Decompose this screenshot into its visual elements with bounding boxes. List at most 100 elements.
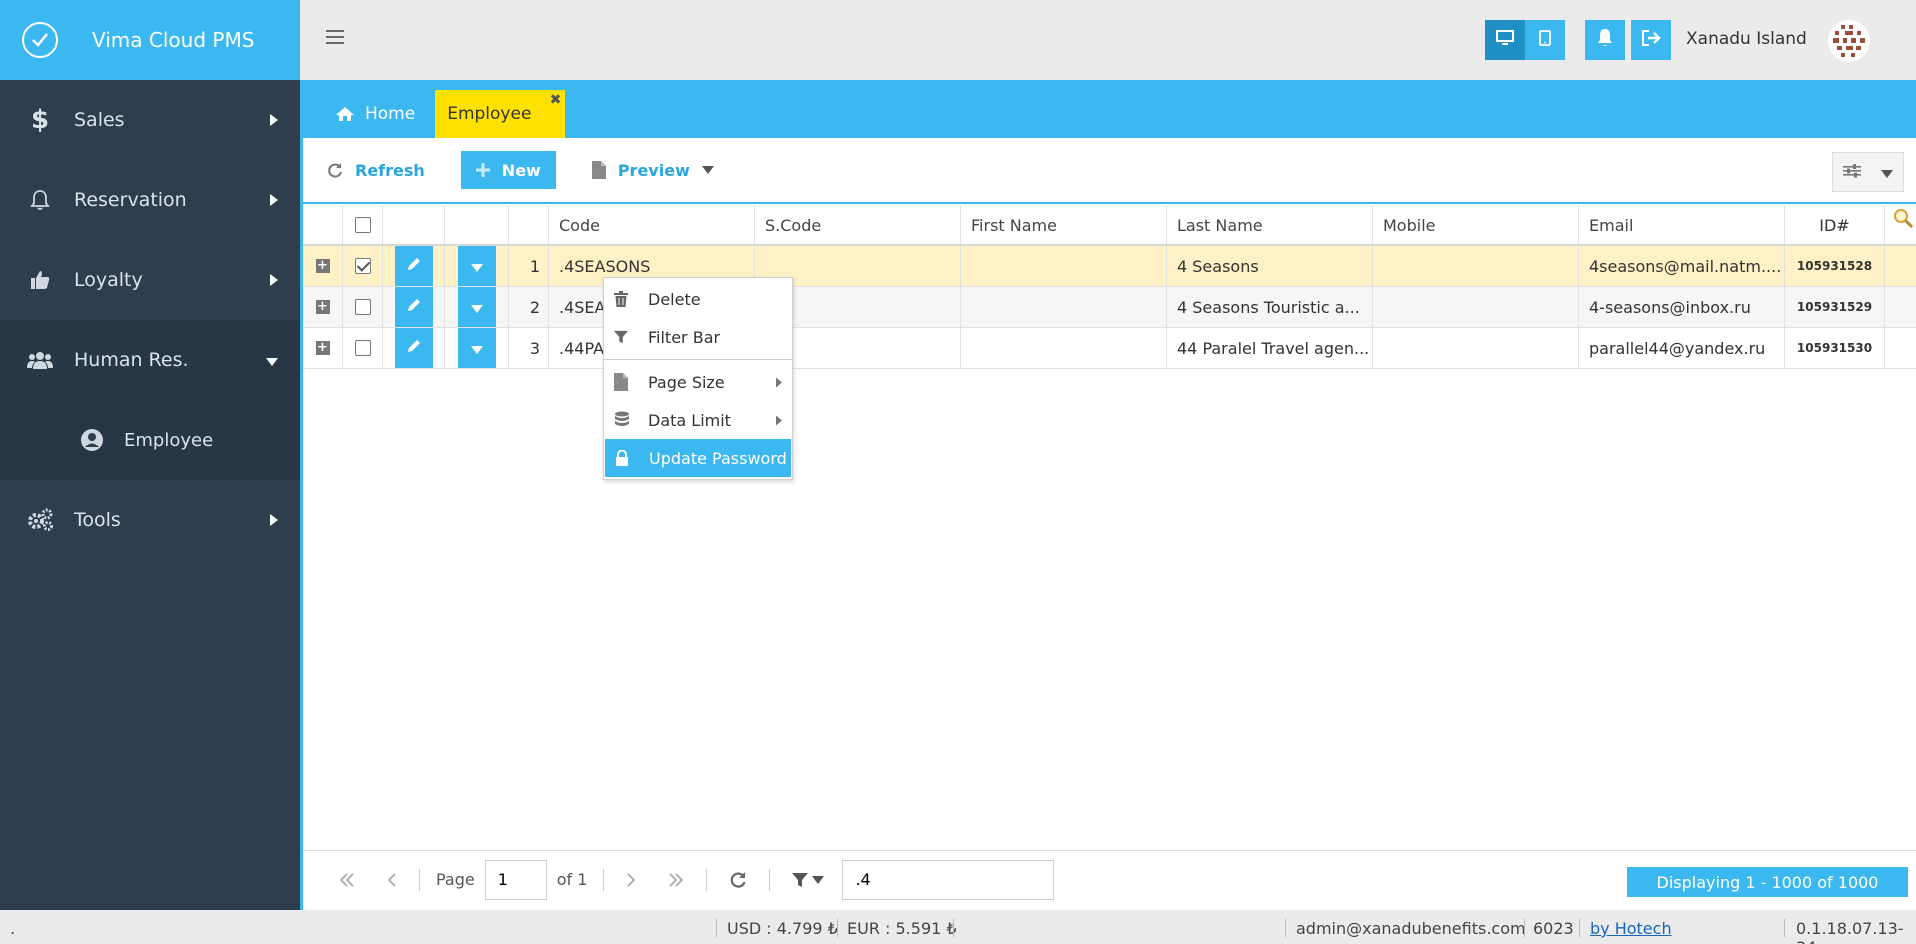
- expand-row-icon[interactable]: +: [315, 259, 330, 273]
- preview-button[interactable]: Preview: [591, 151, 714, 189]
- first-page-icon[interactable]: [339, 872, 355, 888]
- column-header-scode[interactable]: S.Code: [755, 206, 961, 244]
- status-divider: [1524, 919, 1525, 937]
- trash-icon: [614, 291, 628, 307]
- row-edit-cell: [383, 246, 445, 286]
- prev-page-icon[interactable]: [387, 872, 397, 888]
- select-all-checkbox[interactable]: [354, 217, 371, 233]
- tab-home[interactable]: Home: [323, 90, 427, 138]
- bell-icon: [26, 189, 54, 211]
- sidebar-item-tools[interactable]: Tools: [0, 480, 300, 560]
- row-checkbox[interactable]: [354, 258, 371, 274]
- page-number-input[interactable]: [484, 859, 547, 900]
- row-actions-button[interactable]: [457, 328, 496, 368]
- cell-first-name: [961, 287, 1167, 327]
- menu-item-label: Filter Bar: [648, 327, 721, 347]
- edit-row-button[interactable]: [394, 287, 433, 327]
- magnifier-icon[interactable]: [1892, 207, 1914, 229]
- vendor-link[interactable]: by Hotech: [1590, 919, 1672, 938]
- pager-divider: [603, 868, 605, 891]
- column-header-email[interactable]: Email: [1579, 206, 1785, 244]
- dollar-icon: $: [30, 105, 50, 135]
- reload-icon[interactable]: [729, 871, 747, 889]
- caret-down-icon[interactable]: [812, 875, 825, 884]
- menu-item-page-size[interactable]: Page Size: [604, 363, 792, 401]
- row-number: 1: [509, 246, 549, 286]
- table-row[interactable]: + 1 .4SEASONS 4 Seasons 4seasons@mail.na…: [303, 246, 1916, 287]
- edit-row-button[interactable]: [394, 328, 433, 368]
- new-button[interactable]: New: [460, 151, 556, 189]
- caret-right-icon: [270, 509, 278, 531]
- hamburger-menu-icon[interactable]: [326, 29, 344, 49]
- status-divider: [953, 919, 954, 937]
- edit-row-button[interactable]: [394, 246, 433, 286]
- menu-item-delete[interactable]: Delete: [604, 280, 792, 318]
- refresh-icon: [327, 162, 343, 178]
- brand-header[interactable]: Vima Cloud PMS: [0, 0, 300, 80]
- sidebar-item-label: Reservation: [74, 189, 187, 211]
- pager: Page of 1 Displaying 1 - 1000 of 1000: [303, 850, 1916, 908]
- refresh-label: Refresh: [355, 160, 425, 180]
- column-header-first-name[interactable]: First Name: [961, 206, 1167, 244]
- status-divider: [837, 919, 838, 937]
- sidebar-item-sales[interactable]: $ Sales: [0, 80, 300, 160]
- sidebar-item-label: Loyalty: [74, 269, 143, 291]
- avatar[interactable]: [1828, 20, 1870, 62]
- menu-item-filter-bar[interactable]: Filter Bar: [604, 318, 792, 356]
- cell-mobile: [1373, 287, 1579, 327]
- desktop-view-button[interactable]: [1485, 20, 1525, 60]
- cell-last-name: 4 Seasons: [1167, 246, 1373, 286]
- row-actions-cell: [445, 246, 509, 286]
- caret-right-icon: [270, 269, 278, 291]
- expand-row-icon[interactable]: +: [315, 300, 330, 314]
- table-row[interactable]: + 3 .44PARALEL 44 Paralel Travel agen...…: [303, 328, 1916, 369]
- sidebar-item-human-res[interactable]: Human Res.: [0, 320, 300, 400]
- refresh-button[interactable]: Refresh: [327, 151, 425, 189]
- close-tab-icon[interactable]: ✖: [550, 92, 562, 108]
- caret-down-icon: [470, 298, 483, 317]
- row-checkbox[interactable]: [354, 299, 371, 315]
- row-select-cell: [343, 328, 383, 368]
- sliders-icon: [1843, 163, 1861, 182]
- column-header-mobile[interactable]: Mobile: [1373, 206, 1579, 244]
- header-search-cell: [1885, 206, 1916, 244]
- row-actions-button[interactable]: [457, 287, 496, 327]
- grid-settings-button[interactable]: [1832, 152, 1904, 192]
- sidebar-item-employee[interactable]: Employee: [0, 400, 300, 480]
- pencil-icon: [406, 297, 422, 317]
- next-page-icon[interactable]: [626, 872, 636, 888]
- row-number: 3: [509, 328, 549, 368]
- table-row[interactable]: + 2 .4SEASONS 4 Seasons Touristic a... 4…: [303, 287, 1916, 328]
- row-select-cell: [343, 246, 383, 286]
- menu-item-data-limit[interactable]: Data Limit: [604, 401, 792, 439]
- menu-item-update-password[interactable]: Update Password: [605, 439, 791, 477]
- tab-strip: Home Employee ✖: [303, 80, 1916, 138]
- logout-button[interactable]: [1631, 20, 1671, 60]
- sidebar-item-reservation[interactable]: Reservation: [0, 160, 300, 240]
- cell-mobile: [1373, 328, 1579, 368]
- mobile-view-button[interactable]: [1525, 20, 1565, 60]
- toolbar: Refresh New Preview: [303, 138, 1916, 204]
- expand-row-icon[interactable]: +: [315, 341, 330, 355]
- row-end-cell: [1885, 287, 1916, 327]
- filter-icon[interactable]: [792, 872, 809, 888]
- cell-email: 4-seasons@inbox.ru: [1579, 287, 1785, 327]
- tab-employee[interactable]: Employee ✖: [435, 90, 566, 138]
- column-header-code[interactable]: Code: [549, 206, 755, 244]
- column-header-id[interactable]: ID#: [1785, 206, 1885, 244]
- row-checkbox[interactable]: [354, 340, 371, 356]
- page-count: of 1: [556, 870, 588, 889]
- row-actions-button[interactable]: [457, 246, 496, 286]
- last-page-icon[interactable]: [668, 872, 684, 888]
- column-header-last-name[interactable]: Last Name: [1167, 206, 1373, 244]
- sidebar-item-loyalty[interactable]: Loyalty: [0, 240, 300, 320]
- status-bar: . USD : 4.799 ₺ EUR : 5.591 ₺ admin@xana…: [0, 910, 1916, 944]
- row-end-cell: [1885, 328, 1916, 368]
- site-name[interactable]: Xanadu Island: [1686, 29, 1807, 49]
- quick-filter-input[interactable]: [842, 859, 1055, 900]
- row-actions-cell: [445, 328, 509, 368]
- notifications-button[interactable]: [1585, 20, 1625, 60]
- header-rownum-cell: [509, 206, 549, 244]
- pager-divider: [769, 868, 771, 891]
- database-icon: [614, 411, 630, 429]
